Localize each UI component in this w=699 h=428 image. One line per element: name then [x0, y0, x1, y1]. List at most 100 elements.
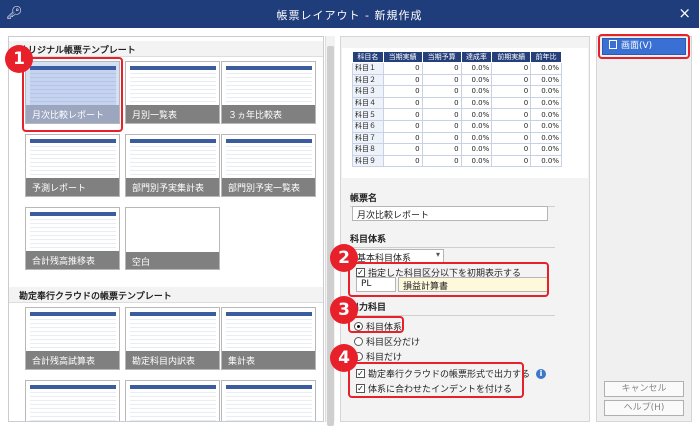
step-badge-2: 2 — [330, 244, 358, 272]
preview-cell: 科目１ — [352, 62, 384, 75]
preview-cell: 0 — [382, 131, 423, 145]
preview-row: 科目９ 0 0 0.0% 0 0.0% — [352, 154, 562, 168]
help-button[interactable]: ヘルプ(H) — [604, 400, 684, 416]
template-dept-budget-list[interactable]: 部門別予実一覧表 — [221, 134, 316, 197]
preview-cell: 0 — [491, 143, 532, 156]
cancel-button[interactable]: キャンセル — [604, 381, 684, 397]
preview-cell: 0 — [421, 131, 462, 145]
radio-icon — [354, 337, 363, 346]
template-account-detail[interactable]: 勘定科目内訳表 — [125, 307, 220, 370]
preview-cell: 0 — [382, 85, 423, 98]
template-more-2[interactable] — [125, 380, 220, 421]
code-name-field: 損益計算書 — [398, 277, 548, 292]
radio-selected-icon — [354, 322, 363, 331]
preview-cell: 0.0% — [460, 85, 493, 98]
preview-cell: 0 — [382, 119, 423, 133]
radio-account-system[interactable]: 科目体系 — [354, 320, 402, 333]
preview-cell: 0 — [382, 154, 423, 168]
template-summary[interactable]: 集計表 — [221, 307, 316, 370]
preview-cell: 科目４ — [352, 96, 384, 110]
step-badge-4: 4 — [330, 344, 358, 372]
preview-cell: 0.0% — [530, 154, 562, 168]
close-icon[interactable]: × — [678, 4, 691, 22]
report-name-input[interactable]: 月次比較レポート — [352, 206, 548, 221]
template-forecast[interactable]: 予測レポート — [25, 134, 120, 197]
checkbox-checked-icon: ✓ — [356, 384, 365, 393]
kanjo-format-checkbox[interactable]: ✓ 勘定奉行クラウドの帳票形式で出力する i — [356, 367, 547, 380]
account-system-select[interactable]: 基本科目体系 ▾ — [352, 249, 444, 264]
checkbox-checked-icon: ✓ — [356, 369, 365, 378]
preview-cell: 0.0% — [460, 143, 493, 156]
code-input[interactable]: PL — [356, 277, 396, 292]
radio-category-only[interactable]: 科目区分だけ — [354, 335, 420, 348]
preview-cell: 0.0% — [530, 143, 562, 156]
preview-header-row: 科目名 当期実績 当期予算 達成率 前期実績 前年比 — [352, 51, 562, 63]
template-3year-compare[interactable]: ３ヵ年比較表 — [221, 61, 316, 124]
preview-cell: 科目８ — [352, 143, 384, 156]
chevron-down-icon: ▾ — [435, 250, 440, 259]
preview-row: 科目３ 0 0 0.0% 0 0.0% — [352, 85, 562, 98]
preview-header-cell: 達成率 — [460, 51, 493, 63]
section-kanjo-templates: 勘定奉行クラウドの帳票テンプレート — [9, 287, 323, 303]
template-more-3[interactable] — [221, 380, 316, 421]
preview-cell: 0 — [491, 131, 532, 145]
preview-cell: 0.0% — [530, 85, 562, 98]
button-pane — [596, 36, 692, 422]
preview-header-cell: 科目名 — [352, 51, 384, 63]
template-blank[interactable]: 空白 — [125, 207, 220, 270]
scrollbar-thumb[interactable] — [327, 46, 334, 426]
preview-cell: 0 — [421, 85, 462, 98]
preview-cell: 0 — [491, 154, 532, 168]
preview-cell: 0.0% — [460, 154, 493, 168]
step-badge-3: 3 — [330, 296, 358, 324]
preview-cell: 0 — [382, 73, 423, 87]
preview-cell: 0.0% — [460, 108, 493, 121]
checkbox-checked-icon: ✓ — [356, 268, 365, 277]
preview-header-cell: 当期予算 — [421, 51, 462, 63]
preview-header-cell: 当期実績 — [382, 51, 423, 63]
preview-cell: 0 — [491, 73, 532, 87]
preview-cell: 0.0% — [530, 73, 562, 87]
preview-cell: 0.0% — [530, 108, 562, 121]
template-monthly-compare[interactable]: 月次比較レポート — [25, 61, 120, 124]
preview-cell: 0 — [421, 96, 462, 110]
preview-header-cell: 前年比 — [530, 51, 562, 63]
preview-cell: 0 — [382, 96, 423, 110]
template-monthly-list[interactable]: 月別一覧表 — [125, 61, 220, 124]
template-balance-trend[interactable]: 合計残高推移表 — [25, 207, 120, 270]
preview-row: 科目１ 0 0 0.0% 0 0.0% — [352, 62, 562, 75]
preview-cell: 0.0% — [460, 96, 493, 110]
preview-row: 科目６ 0 0 0.0% 0 0.0% — [352, 119, 562, 133]
step-badge-1: 1 — [5, 45, 33, 73]
template-trial-balance[interactable]: 合計残高試算表 — [25, 307, 120, 370]
section-original-templates: オリジナル帳票テンプレート — [9, 41, 323, 57]
preview-cell: 0.0% — [460, 73, 493, 87]
preview-cell: 科目７ — [352, 131, 384, 145]
preview-cell: 0 — [421, 62, 462, 75]
preview-cell: 0.0% — [530, 119, 562, 133]
preview-cell: 0 — [491, 119, 532, 133]
preview-cell: 科目６ — [352, 119, 384, 133]
radio-accounts-only[interactable]: 科目だけ — [354, 350, 402, 363]
preview-cell: 科目２ — [352, 73, 384, 87]
title-bar: 🔑︎ 帳票レイアウト - 新規作成 × — [0, 0, 699, 28]
preview-cell: 0.0% — [530, 131, 562, 145]
preview-cell: 科目５ — [352, 108, 384, 121]
preview-cell: 0.0% — [460, 131, 493, 145]
preview-cell: 0 — [421, 143, 462, 156]
preview-cell: 0.0% — [460, 119, 493, 133]
preview-cell: 0.0% — [460, 62, 493, 75]
preview-cell: 0 — [382, 143, 423, 156]
preview-row: 科目２ 0 0 0.0% 0 0.0% — [352, 73, 562, 87]
preview-cell: 0 — [421, 154, 462, 168]
preview-panel: 科目名 当期実績 当期予算 達成率 前期実績 前年比 科目１ 0 0 0.0% 0 0.0% 科目２ 0… — [342, 48, 588, 178]
preview-header-cell: 前期実績 — [491, 51, 532, 63]
template-more-1[interactable] — [25, 380, 120, 421]
preview-cell: 0 — [421, 108, 462, 121]
info-icon[interactable]: i — [536, 368, 547, 379]
preview-cell: 0 — [421, 73, 462, 87]
template-dept-budget-summary[interactable]: 部門別予実集計表 — [125, 134, 220, 197]
preview-cell: 科目９ — [352, 154, 384, 168]
indent-checkbox[interactable]: ✓ 体系に合わせたインデントを付ける — [356, 382, 512, 395]
screen-button[interactable]: 画面(V) — [602, 38, 686, 55]
